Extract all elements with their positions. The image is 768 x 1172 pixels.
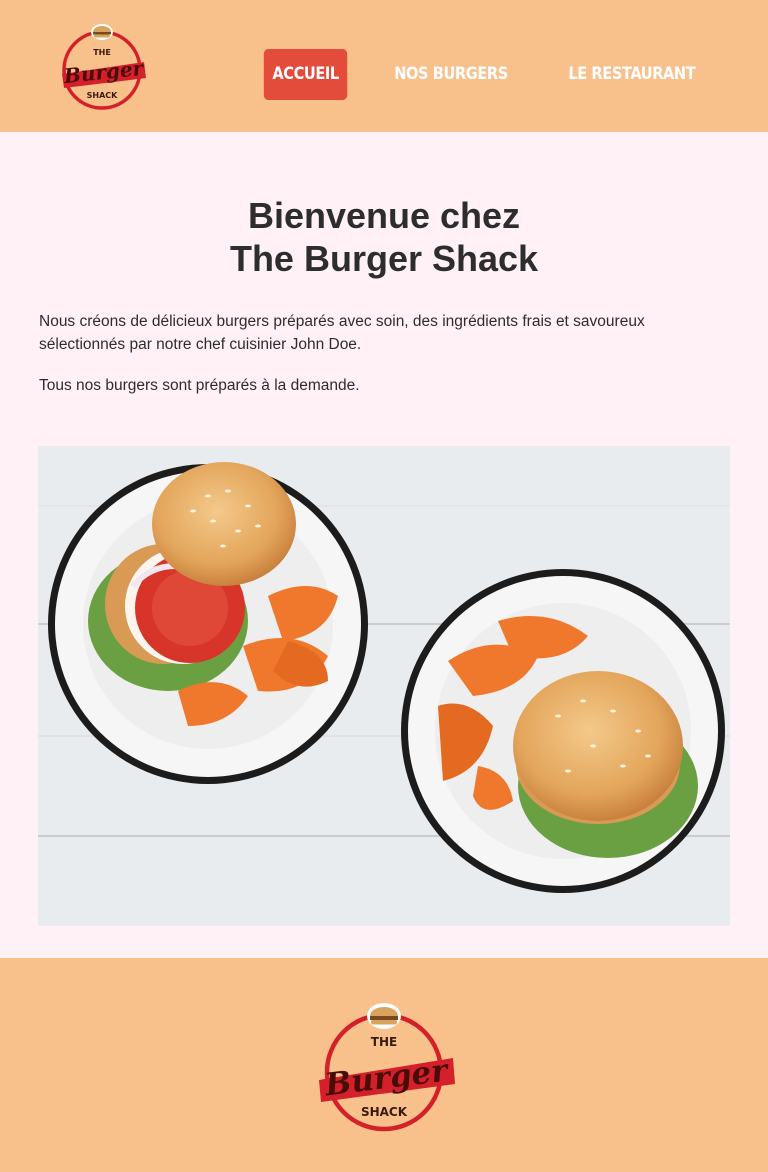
site-footer: THE Burger SHACK [0,958,768,1172]
svg-text:THE: THE [371,1035,397,1049]
main-nav: ACCUEIL NOS BURGERS LE RESTAURANT [236,49,716,100]
svg-text:THE: THE [93,48,111,57]
nav-le-restaurant[interactable]: LE RESTAURANT [560,49,704,100]
main-content: Bienvenue chez The Burger Shack Nous cré… [0,132,768,958]
title-line-1: Bienvenue chez [247,195,521,236]
title-line-2: The Burger Shack [229,238,539,279]
burger-shack-logo[interactable]: THE Burger SHACK [54,22,150,110]
svg-text:Burger: Burger [62,56,146,88]
site-header: THE Burger SHACK ACCUEIL NOS BURGERS LE … [0,0,768,132]
intro-paragraph: Nous créons de délicieux burgers préparé… [39,313,645,353]
burger-shack-footer-logo: THE Burger SHACK [319,1003,455,1132]
svg-text:Burger: Burger [322,1052,452,1103]
nav-nos-burgers[interactable]: NOS BURGERS [386,49,517,100]
nav-accueil[interactable]: ACCUEIL [263,49,348,100]
svg-text:SHACK: SHACK [87,91,119,100]
svg-text:SHACK: SHACK [361,1105,408,1119]
page-title: Bienvenue chez The Burger Shack [0,194,768,280]
demand-paragraph: Tous nos burgers sont préparés à la dema… [39,377,360,394]
burgers-photo [38,446,730,926]
